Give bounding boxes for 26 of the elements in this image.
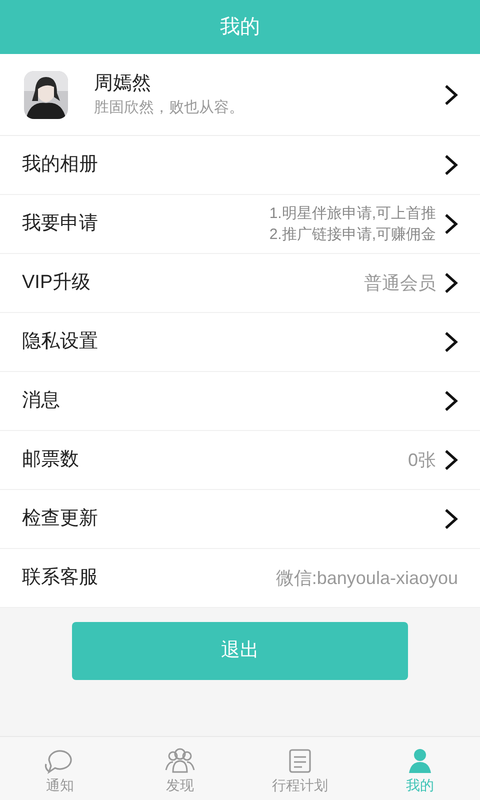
row-value: 普通会员	[364, 272, 436, 294]
page-title: 我的	[220, 15, 260, 40]
row-value: 0张	[408, 448, 436, 472]
menu-row[interactable]: 隐私设置	[0, 313, 480, 372]
menu-row[interactable]: VIP升级 普通会员	[0, 254, 480, 313]
menu-row[interactable]: 邮票数 0张	[0, 431, 480, 490]
menu-row[interactable]: 联系客服 微信:banyoula-xiaoyou	[0, 549, 480, 608]
chevron-icon	[444, 84, 458, 106]
row-label: 我的相册	[22, 152, 99, 177]
profile-row[interactable]: 周嫣然 胜固欣然，败也从容。	[0, 54, 480, 136]
menu-row[interactable]: 我的相册	[0, 136, 480, 195]
row-label: 检查更新	[22, 506, 99, 531]
menu-row[interactable]: 我要申请 1.明星伴旅申请,可上首推 2.推广链接申请,可赚佣金	[0, 195, 480, 254]
row-label: 隐私设置	[22, 330, 99, 354]
row-note: 1.明星伴旅申请,可上首推	[269, 204, 436, 224]
row-value: 微信:banyoula-xiaoyou	[276, 566, 458, 590]
menu-row[interactable]: 消息	[0, 372, 480, 431]
row-label: 我要申请	[22, 212, 99, 236]
user-name: 周嫣然	[94, 72, 152, 96]
menu-row[interactable]: 检查更新	[0, 490, 480, 549]
row-note: 2.推广链接申请,可赚佣金	[269, 225, 436, 245]
row-label: 联系客服	[22, 566, 99, 590]
row-label: 邮票数	[22, 448, 80, 472]
user-motto: 胜固欣然，败也从容。	[94, 98, 245, 118]
row-label: 消息	[22, 388, 61, 413]
row-label: VIP升级	[22, 270, 92, 295]
